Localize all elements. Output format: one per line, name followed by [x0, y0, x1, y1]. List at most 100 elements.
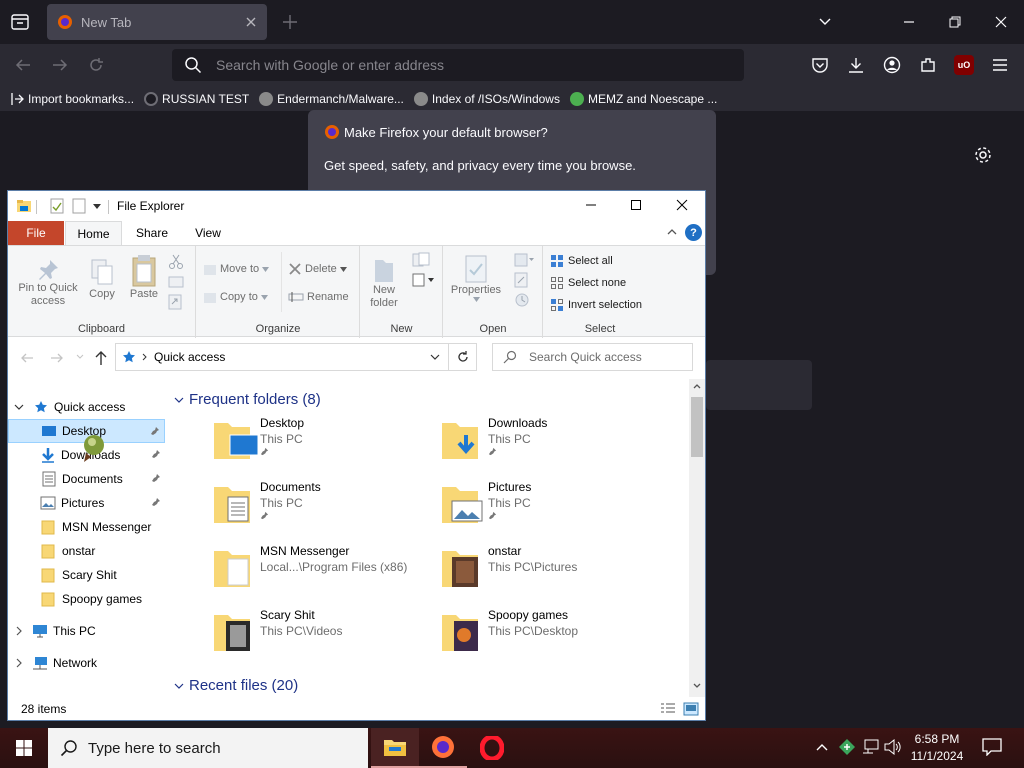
scroll-up-icon[interactable] [693, 383, 701, 389]
tray-app-icon[interactable] [838, 738, 856, 756]
rename-button[interactable]: Rename [288, 290, 349, 304]
folder-tile-spoopy-games[interactable]: Spoopy games This PC\Desktop [436, 607, 656, 665]
help-icon[interactable]: ? [685, 224, 702, 241]
copy-to-button[interactable]: Copy to [203, 290, 268, 304]
taskbar-clock[interactable]: 6:58 PM 11/1/2024 [905, 731, 969, 765]
qat-dropdown-icon[interactable] [92, 202, 102, 210]
list-all-tabs-icon[interactable] [10, 12, 30, 32]
new-tab-icon[interactable] [282, 14, 298, 30]
paste-button[interactable]: Paste [128, 254, 160, 301]
address-box[interactable]: Quick access [115, 343, 449, 371]
edit-icon[interactable] [514, 272, 528, 288]
tab-file[interactable]: File [8, 221, 64, 245]
frequent-folders-header[interactable]: Frequent folders (8) [174, 391, 321, 408]
search-box[interactable]: Search Quick access [492, 343, 693, 371]
notifications-icon[interactable] [982, 738, 1002, 756]
bookmark-import[interactable]: Import bookmarks... [10, 92, 134, 106]
select-none-button[interactable]: Select none [550, 276, 626, 290]
minimize-icon[interactable] [585, 199, 597, 211]
taskbar-firefox[interactable] [419, 728, 467, 768]
nav-item-pictures[interactable]: Pictures [8, 491, 165, 515]
address-dropdown-icon[interactable] [430, 354, 440, 360]
chevron-down-icon[interactable] [818, 15, 832, 29]
nav-item-onstar[interactable]: onstar [8, 539, 165, 563]
forward-icon[interactable] [50, 351, 64, 365]
nav-network[interactable]: Network [8, 651, 165, 675]
network-tray-icon[interactable] [862, 739, 880, 755]
open-icon[interactable] [514, 252, 534, 268]
extensions-icon[interactable] [919, 56, 937, 74]
downloads-icon[interactable] [847, 56, 865, 74]
close-tab-icon[interactable] [245, 16, 257, 28]
show-hidden-icons-icon[interactable] [815, 742, 829, 752]
menu-icon[interactable] [991, 56, 1009, 74]
vertical-scrollbar[interactable] [689, 379, 705, 697]
tab-share[interactable]: Share [128, 221, 176, 245]
folder-tile-onstar[interactable]: onstar This PC\Pictures [436, 543, 656, 601]
new-folder-qat-icon[interactable] [72, 198, 86, 214]
folder-tile-downloads[interactable]: Downloads This PC [436, 415, 656, 473]
properties-qat-icon[interactable] [50, 198, 64, 214]
bookmark-russian-test[interactable]: RUSSIAN TEST [144, 91, 249, 106]
new-item-icon[interactable] [411, 252, 435, 268]
nav-this-pc[interactable]: This PC [8, 619, 165, 643]
restore-icon[interactable] [948, 15, 962, 29]
account-icon[interactable] [883, 56, 901, 74]
breadcrumb-quick-access[interactable]: Quick access [154, 350, 225, 364]
pin-to-quick-access-button[interactable]: Pin to Quick access [12, 258, 84, 308]
copy-path-icon[interactable] [168, 276, 184, 288]
nav-item-spoopy-games[interactable]: Spoopy games [8, 587, 165, 611]
invert-selection-button[interactable]: Invert selection [550, 298, 642, 312]
volume-icon[interactable] [884, 739, 902, 755]
address-bar[interactable]: Search with Google or enter address [172, 49, 744, 81]
ublock-origin-icon[interactable]: uO [954, 55, 974, 75]
taskbar-opera[interactable] [468, 728, 516, 768]
bookmark-endermanch[interactable]: Endermanch/Malware... [259, 91, 404, 106]
recent-files-header[interactable]: Recent files (20) [174, 677, 298, 694]
select-all-button[interactable]: Select all [550, 254, 613, 268]
taskbar-file-explorer[interactable] [371, 728, 419, 768]
taskbar-search[interactable]: Type here to search [48, 728, 368, 768]
folder-tile-desktop[interactable]: Desktop This PC [208, 415, 428, 473]
nav-item-msn-messenger[interactable]: MSN Messenger [8, 515, 165, 539]
close-window-icon[interactable] [994, 15, 1008, 29]
cut-icon[interactable] [168, 254, 184, 270]
close-icon[interactable] [676, 199, 688, 211]
nav-item-scary-shit[interactable]: Scary Shit [8, 563, 165, 587]
refresh-button[interactable] [449, 343, 477, 371]
scroll-thumb[interactable] [691, 397, 703, 457]
minimize-icon[interactable] [902, 15, 916, 29]
bookmark-isos[interactable]: Index of /ISOs/Windows [413, 91, 560, 106]
back-icon[interactable] [14, 56, 32, 74]
back-icon[interactable] [20, 351, 34, 365]
collapse-ribbon-icon[interactable] [667, 228, 677, 236]
nav-quick-access[interactable]: Quick access [8, 395, 165, 419]
folder-tile-documents[interactable]: Documents This PC [208, 479, 428, 537]
details-view-icon[interactable] [660, 702, 676, 716]
settings-gear-icon[interactable] [973, 145, 993, 165]
bookmark-memz[interactable]: MEMZ and Noescape ... [569, 91, 717, 106]
large-icons-view-icon[interactable] [683, 702, 699, 716]
start-button[interactable] [0, 728, 48, 768]
maximize-icon[interactable] [630, 199, 642, 211]
properties-button[interactable]: Properties [446, 254, 506, 302]
folder-tile-scary-shit[interactable]: Scary Shit This PC\Videos [208, 607, 428, 665]
forward-icon[interactable] [51, 56, 69, 74]
easy-access-icon[interactable] [411, 272, 435, 288]
paste-shortcut-icon[interactable] [168, 294, 182, 310]
folder-tile-msn-messenger[interactable]: MSN Messenger Local...\Program Files (x8… [208, 543, 428, 601]
delete-button[interactable]: Delete [288, 262, 347, 276]
tab-home[interactable]: Home [65, 221, 122, 245]
scroll-down-icon[interactable] [693, 683, 701, 689]
reload-icon[interactable] [87, 56, 105, 74]
pocket-icon[interactable] [811, 56, 829, 74]
tab-new-tab[interactable]: New Tab [47, 4, 267, 40]
copy-button[interactable]: Copy [86, 258, 118, 301]
nav-item-documents[interactable]: Documents [8, 467, 165, 491]
up-icon[interactable] [94, 350, 108, 366]
recent-locations-icon[interactable] [76, 354, 84, 360]
tab-view[interactable]: View [184, 221, 232, 245]
move-to-button[interactable]: Move to [203, 262, 270, 276]
history-icon[interactable] [514, 292, 530, 308]
folder-tile-pictures[interactable]: Pictures This PC [436, 479, 656, 537]
